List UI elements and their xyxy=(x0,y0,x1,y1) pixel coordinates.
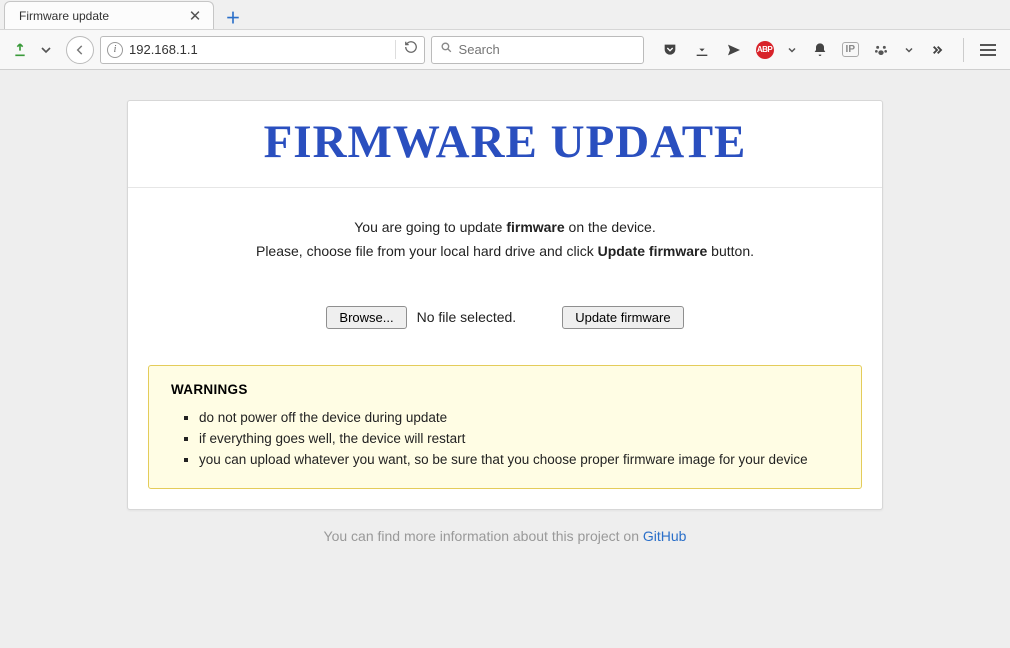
refresh-ext-icon[interactable] xyxy=(10,40,30,60)
warning-item: you can upload whatever you want, so be … xyxy=(199,449,839,470)
paw-icon[interactable] xyxy=(871,40,891,60)
footer-note: You can find more information about this… xyxy=(127,510,883,562)
search-bar[interactable] xyxy=(431,36,644,64)
tab-strip: Firmware update ✕ ＋ xyxy=(0,0,1010,30)
overflow-icon[interactable] xyxy=(927,40,947,60)
intro-part: Please, choose file from your local hard… xyxy=(256,243,598,259)
warnings-box: WARNINGS do not power off the device dur… xyxy=(148,365,862,489)
update-firmware-button[interactable]: Update firmware xyxy=(562,306,683,329)
chevron-down-icon[interactable] xyxy=(36,40,56,60)
separator xyxy=(963,38,964,62)
intro-part: You are going to update xyxy=(354,219,506,235)
url-bar[interactable]: i xyxy=(100,36,425,64)
chevron-down-icon[interactable] xyxy=(786,40,798,60)
download-icon[interactable] xyxy=(692,40,712,60)
close-tab-icon[interactable]: ✕ xyxy=(187,8,203,24)
abp-icon[interactable]: ABP xyxy=(756,41,774,59)
page-viewport: FIRMWARE UPDATE You are going to update … xyxy=(0,70,1010,648)
intro-text: You are going to update firmware on the … xyxy=(128,188,882,274)
file-row: Browse... No file selected. Update firmw… xyxy=(128,274,882,365)
tab-title: Firmware update xyxy=(19,9,181,23)
page-title: FIRMWARE UPDATE xyxy=(138,115,872,169)
warnings-list: do not power off the device during updat… xyxy=(171,407,839,470)
intro-bold: Update firmware xyxy=(598,243,708,259)
menu-button[interactable] xyxy=(980,44,996,56)
back-button[interactable] xyxy=(66,36,94,64)
url-input[interactable] xyxy=(129,42,389,57)
browse-button[interactable]: Browse... xyxy=(326,306,406,329)
new-tab-button[interactable]: ＋ xyxy=(220,5,246,29)
intro-part: button. xyxy=(707,243,754,259)
main-card: FIRMWARE UPDATE You are going to update … xyxy=(127,100,883,510)
warnings-heading: WARNINGS xyxy=(171,382,839,397)
file-picker: Browse... No file selected. xyxy=(326,306,516,329)
warning-item: do not power off the device during updat… xyxy=(199,407,839,428)
browser-tab[interactable]: Firmware update ✕ xyxy=(4,1,214,29)
search-input[interactable] xyxy=(459,42,635,57)
github-link[interactable]: GitHub xyxy=(643,528,687,544)
file-status: No file selected. xyxy=(417,309,517,325)
send-icon[interactable] xyxy=(724,40,744,60)
ip-icon[interactable]: IP xyxy=(842,42,859,57)
intro-bold: firmware xyxy=(506,219,564,235)
intro-part: on the device. xyxy=(565,219,656,235)
pocket-icon[interactable] xyxy=(660,40,680,60)
toolbar-icons: ABP IP xyxy=(650,38,1000,62)
chevron-down-icon[interactable] xyxy=(903,40,915,60)
nav-bar: i ABP IP xyxy=(0,30,1010,70)
reload-icon[interactable] xyxy=(395,40,418,59)
footer-text: You can find more information about this… xyxy=(324,528,643,544)
card-header: FIRMWARE UPDATE xyxy=(128,101,882,188)
info-icon[interactable]: i xyxy=(107,42,123,58)
search-icon xyxy=(440,41,453,59)
warning-item: if everything goes well, the device will… xyxy=(199,428,839,449)
bell-icon[interactable] xyxy=(810,40,830,60)
